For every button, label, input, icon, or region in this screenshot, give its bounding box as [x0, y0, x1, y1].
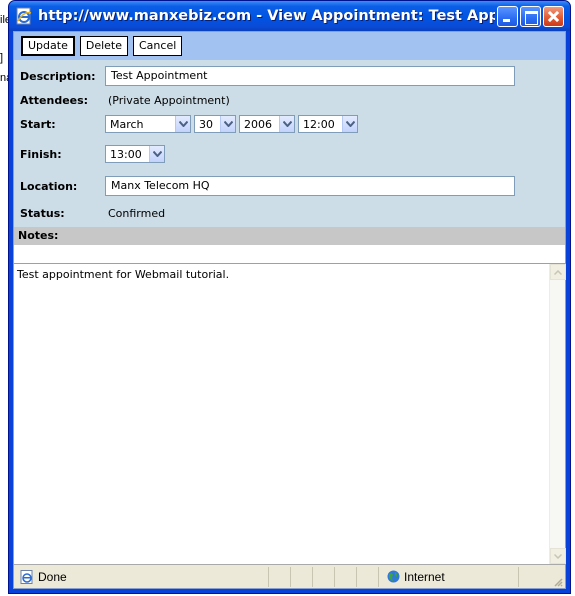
chevron-down-icon[interactable]: [220, 116, 235, 132]
attendees-label: Attendees:: [20, 94, 89, 107]
description-field[interactable]: Test Appointment: [105, 66, 515, 86]
ie-page-icon: [15, 7, 33, 25]
location-label: Location:: [20, 179, 78, 193]
attendees-row: Attendees: (Private Appointment): [20, 94, 230, 107]
description-label: Description:: [20, 69, 96, 83]
ie-page-icon: [20, 569, 34, 584]
start-year-select[interactable]: 2006: [239, 115, 295, 133]
start-time-value: 12:00: [303, 117, 335, 131]
status-row: Status: Confirmed: [20, 207, 165, 220]
start-year-value: 2006: [244, 117, 272, 131]
notes-label: Notes:: [14, 227, 565, 245]
location-row: Location: Manx Telecom HQ: [20, 176, 515, 196]
notes-textarea[interactable]: Test appointment for Webmail tutorial.: [14, 263, 566, 564]
status-label: Status:: [20, 207, 65, 220]
close-button[interactable]: [543, 5, 564, 27]
security-zone: Internet: [378, 566, 518, 587]
window-titlebar[interactable]: http://www.manxebiz.com - View Appointme…: [9, 1, 570, 31]
status-pane: [334, 566, 356, 587]
action-toolbar: Update Delete Cancel: [14, 32, 565, 60]
browser-statusbar: Done Internet: [14, 564, 565, 588]
status-text: Done: [38, 569, 67, 584]
status-pane: [312, 566, 334, 587]
chevron-down-icon[interactable]: [342, 116, 357, 132]
background-edge: [571, 0, 575, 596]
chevron-down-icon[interactable]: [279, 116, 294, 132]
update-button[interactable]: Update: [21, 36, 75, 56]
status-value: Confirmed: [108, 207, 166, 220]
window-title: http://www.manxebiz.com - View Appointme…: [38, 8, 495, 24]
maximize-button[interactable]: [520, 5, 541, 27]
cancel-button[interactable]: Cancel: [133, 36, 183, 56]
chevron-down-icon[interactable]: [149, 146, 164, 162]
start-day-select[interactable]: 30: [194, 115, 236, 133]
status-pane: [290, 566, 312, 587]
start-month-select[interactable]: March: [105, 115, 191, 133]
minimize-button[interactable]: [497, 5, 518, 27]
delete-button[interactable]: Delete: [79, 36, 128, 56]
scroll-up-icon[interactable]: [550, 264, 566, 280]
start-time-select[interactable]: 12:00: [298, 115, 358, 133]
status-pane: [356, 566, 378, 587]
attendees-value: (Private Appointment): [108, 94, 230, 107]
popup-window: http://www.manxebiz.com - View Appointme…: [8, 0, 571, 594]
finish-row: Finish: 13:00: [20, 145, 168, 163]
location-field[interactable]: Manx Telecom HQ: [105, 176, 515, 196]
zone-text: Internet: [404, 569, 445, 584]
notes-scrollbar[interactable]: [549, 264, 566, 564]
chevron-down-icon[interactable]: [175, 116, 190, 132]
finish-label: Finish:: [20, 147, 62, 161]
background-text-fragment: ]: [0, 52, 4, 64]
start-row: Start: March 30 2006 12:00: [20, 115, 361, 133]
start-month-value: March: [110, 117, 144, 131]
finish-time-value: 13:00: [110, 147, 142, 161]
resize-grip[interactable]: [518, 566, 565, 587]
scroll-down-icon[interactable]: [550, 548, 566, 564]
resize-grip-icon[interactable]: [553, 577, 563, 587]
appointment-form: Description: Test Appointment Attendees:…: [14, 60, 565, 245]
notes-text: Test appointment for Webmail tutorial.: [17, 268, 230, 281]
description-row: Description: Test Appointment: [20, 66, 515, 86]
status-pane: [268, 566, 290, 587]
window-content: Update Delete Cancel Description: Test A…: [13, 31, 566, 589]
globe-icon: [387, 570, 400, 583]
start-label: Start:: [20, 117, 56, 131]
start-day-value: 30: [199, 117, 213, 131]
finish-time-select[interactable]: 13:00: [105, 145, 165, 163]
